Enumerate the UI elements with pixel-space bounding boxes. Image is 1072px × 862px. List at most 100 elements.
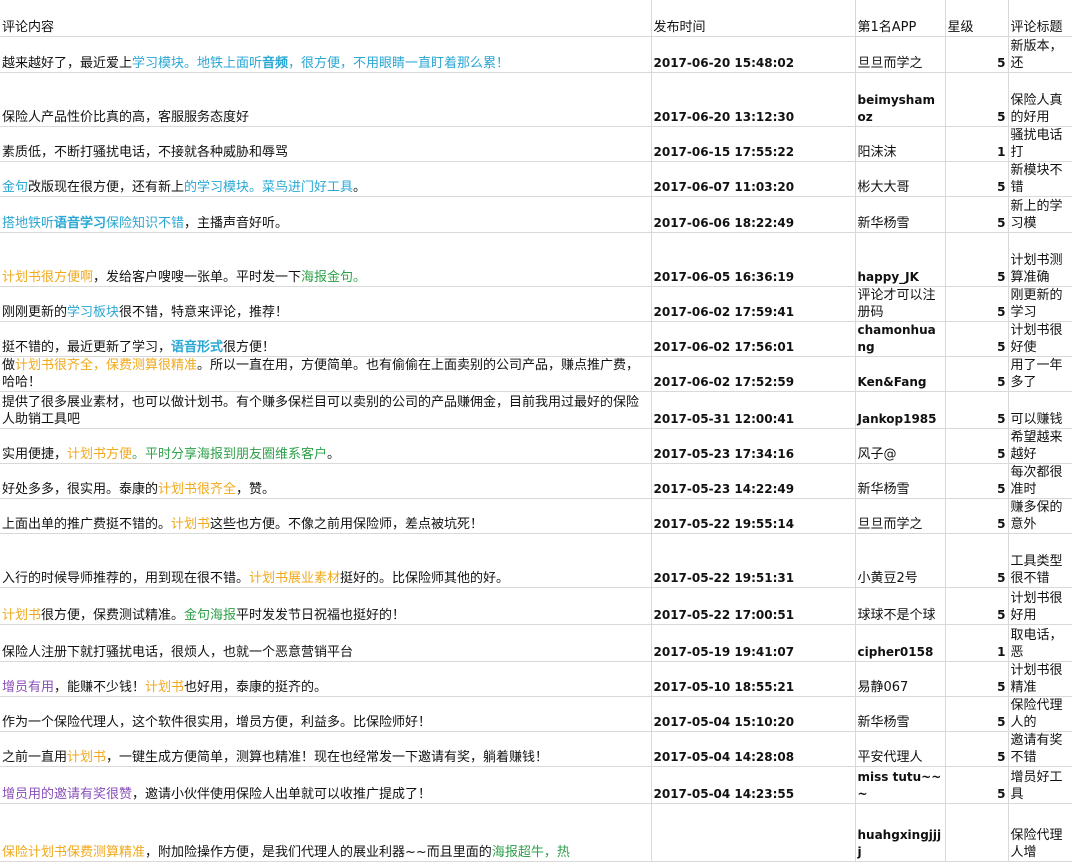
star-rating-cell: 5 (945, 232, 1009, 287)
star-rating-cell: 5 (945, 286, 1009, 322)
review-text-segment: 保险计划书保费测算精准 (2, 844, 146, 860)
app-user-cell: Jankop1985 (855, 391, 946, 429)
publish-time-cell: 2017-05-04 14:28:08 (651, 731, 856, 767)
review-text-segment: 增员有用 (2, 679, 55, 695)
review-text-segment: 金句 (2, 179, 29, 195)
review-text-segment: 越来越好了，最近爱上 (2, 55, 133, 71)
app-user-cell: 平安代理人 (855, 731, 946, 767)
review-text-segment: 改版现在很方便，还有新上 (28, 179, 185, 195)
publish-time-cell: 2017-05-23 17:34:16 (651, 428, 856, 464)
table-row: 作为一个保险代理人，这个软件很实用，增员方便，利益多。比保险师好！ 2017-05… (0, 696, 1072, 732)
header-title: 评论标题 (1008, 0, 1072, 37)
review-text-segment: 刚刚更新的 (2, 304, 68, 320)
review-text-segment: 作为一个保险代理人，这个软件很实用，增员方便，利益多。比保险师好！ (2, 714, 432, 730)
table-row: 金句改版现在很方便，还有新上的学习模块。菜鸟进门好工具。 2017-06-07 1… (0, 161, 1072, 197)
table-row: 保险人注册下就打骚扰电话，很烦人，也就一个恶意营销平台 2017-05-19 19… (0, 624, 1072, 662)
star-rating-cell: 5 (945, 428, 1009, 464)
review-text-segment: 语音形式 (171, 339, 224, 355)
header-time: 发布时间 (651, 0, 856, 37)
review-text-segment: 计划书 (67, 749, 107, 765)
app-user-cell: 旦旦而学之 (855, 36, 946, 73)
table-row: 之前一直用计划书，一键生成方便简单，测算也精准！现在也经常发一下邀请有奖，躺着赚… (0, 731, 1072, 767)
review-text-segment: ，附加险操作方便，是我们代理人的展业利器~~而且里面的 (145, 844, 492, 860)
review-table: 评论内容 发布时间 第1名APP 星级 评论标题 越来越好了，最近爱上学习模块。… (0, 0, 1072, 862)
table-row: 保险人产品性价比真的高，客服服务态度好 2017-06-20 13:12:30 be… (0, 72, 1072, 127)
review-text-segment: 音频 (262, 55, 289, 71)
review-text-segment: 很方便，保费测试精准。 (41, 607, 185, 623)
review-text-segment: 保险知识不错 (106, 215, 185, 231)
publish-time-cell: 2017-05-22 19:51:31 (651, 533, 856, 588)
app-user-cell: Ken&Fang (855, 356, 946, 392)
app-user-cell: chamonhuang (855, 321, 946, 357)
review-title-cell: 新模块不错 (1008, 161, 1072, 197)
star-rating-cell: 5 (945, 196, 1009, 233)
publish-time-cell: 2017-05-23 14:22:49 (651, 463, 856, 499)
table-row: 提供了很多展业素材，也可以做计划书。有个赚多保栏目可以卖别的公司的产品赚佣金，目… (0, 391, 1072, 429)
review-content-cell: 提供了很多展业素材，也可以做计划书。有个赚多保栏目可以卖别的公司的产品赚佣金，目… (0, 391, 652, 429)
publish-time-cell: 2017-06-07 11:03:20 (651, 161, 856, 197)
review-title-cell: 可以赚钱 (1008, 391, 1072, 429)
publish-time-cell: 2017-06-20 15:48:02 (651, 36, 856, 73)
header-row: 评论内容 发布时间 第1名APP 星级 评论标题 (0, 0, 1072, 37)
publish-time-cell: 2017-05-10 18:55:21 (651, 661, 856, 697)
review-text-segment: 计划书 (145, 679, 185, 695)
header-content: 评论内容 (0, 0, 652, 37)
review-text-segment: 海报超牛，热 (491, 844, 570, 860)
app-user-cell: 小黄豆2号 (855, 533, 946, 588)
table-row: 做计划书很齐全，保费测算很精准。所以一直在用，方便简单。也有偷偷在上面卖别的公司… (0, 356, 1072, 392)
review-title-cell: 骚扰电话打 (1008, 126, 1072, 162)
star-rating-cell: 5 (945, 696, 1009, 732)
publish-time-cell: 2017-06-02 17:59:41 (651, 286, 856, 322)
star-rating-cell: 5 (945, 498, 1009, 534)
star-rating-cell: 5 (945, 36, 1009, 73)
review-text-segment: 搭地铁听 (2, 215, 55, 231)
review-text-segment: 这些也方便。不像之前用保险师，差点被坑死！ (210, 516, 484, 532)
table-row: 素质低，不断打骚扰电话，不接就各种威胁和辱骂 2017-06-15 17:55:2… (0, 126, 1072, 162)
review-content-cell: 计划书很方便，保费测试精准。金句海报平时发发节日祝福也挺好的！ (0, 587, 652, 625)
review-title-cell: 刚更新的学习 (1008, 286, 1072, 322)
table-row: 计划书很方便，保费测试精准。金句海报平时发发节日祝福也挺好的！ 2017-05-2… (0, 587, 1072, 625)
app-user-cell: happy_JK (855, 232, 946, 287)
star-rating-cell: 5 (945, 661, 1009, 697)
review-text-segment: 之前一直用 (2, 749, 68, 765)
star-rating-cell: 5 (945, 533, 1009, 588)
review-content-cell: 保险人产品性价比真的高，客服服务态度好 (0, 72, 652, 127)
review-content-cell: 搭地铁听语音学习保险知识不错，主播声音好听。 (0, 196, 652, 233)
review-text-segment: 挺不错的，最近更新了学习， (2, 339, 172, 355)
review-text-segment: 计划书 (171, 516, 211, 532)
review-text-segment: 金句海报 (184, 607, 237, 623)
review-text-segment: 很方便！ (223, 339, 276, 355)
review-text-segment: 计划书展业素材 (249, 570, 341, 586)
table-row: 搭地铁听语音学习保险知识不错，主播声音好听。 2017-06-06 18:22:4… (0, 196, 1072, 233)
publish-time-cell: 2017-05-31 12:00:41 (651, 391, 856, 429)
header-app-rank: 第1名APP (855, 0, 946, 37)
star-rating-cell: 5 (945, 731, 1009, 767)
review-text-segment: ，一键生成方便简单，测算也精准！现在也经常发一下邀请有奖，躺着赚钱！ (106, 749, 549, 765)
star-rating-cell: 5 (945, 356, 1009, 392)
publish-time-cell: 2017-05-22 19:55:14 (651, 498, 856, 534)
table-row: 增员有用，能赚不少钱！计划书也好用，泰康的挺齐的。 2017-05-10 18:5… (0, 661, 1072, 697)
review-content-cell: 保险计划书保费测算精准，附加险操作方便，是我们代理人的展业利器~~而且里面的海报… (0, 803, 652, 862)
review-text-segment: 保险人产品性价比真的高，客服服务态度好 (2, 109, 250, 125)
review-title-cell: 用了一年多了 (1008, 356, 1072, 392)
star-rating-cell (945, 803, 1009, 862)
app-user-cell: 评论才可以注册码 (855, 286, 946, 322)
review-text-segment: 素质低，不断打骚扰电话，不接就各种威胁和辱骂 (2, 144, 289, 160)
review-title-cell: 增员好工具 (1008, 766, 1072, 804)
review-title-cell: 每次都很准时 (1008, 463, 1072, 499)
app-user-cell: 球球不是个球 (855, 587, 946, 625)
publish-time-cell: 2017-05-22 17:00:51 (651, 587, 856, 625)
review-title-cell: 计划书很好用 (1008, 587, 1072, 625)
app-user-cell: 风子@ (855, 428, 946, 464)
table-row: 入行的时候导师推荐的，用到现在很不错。计划书展业素材挺好的。比保险师其他的好。 2… (0, 533, 1072, 588)
review-text-segment: 。 (327, 446, 341, 462)
publish-time-cell (651, 803, 856, 862)
app-user-cell: 新华杨雪 (855, 196, 946, 233)
review-title-cell: 新上的学习模 (1008, 196, 1072, 233)
star-rating-cell: 5 (945, 766, 1009, 804)
app-user-cell: miss tutu~~~ (855, 766, 946, 804)
review-text-segment: 计划书很齐全 (158, 481, 237, 497)
review-title-cell: 取电话，恶 (1008, 624, 1072, 662)
review-text-segment: 。平时分享海报到朋友圈维系客户 (132, 446, 328, 462)
review-title-cell: 希望越来越好 (1008, 428, 1072, 464)
